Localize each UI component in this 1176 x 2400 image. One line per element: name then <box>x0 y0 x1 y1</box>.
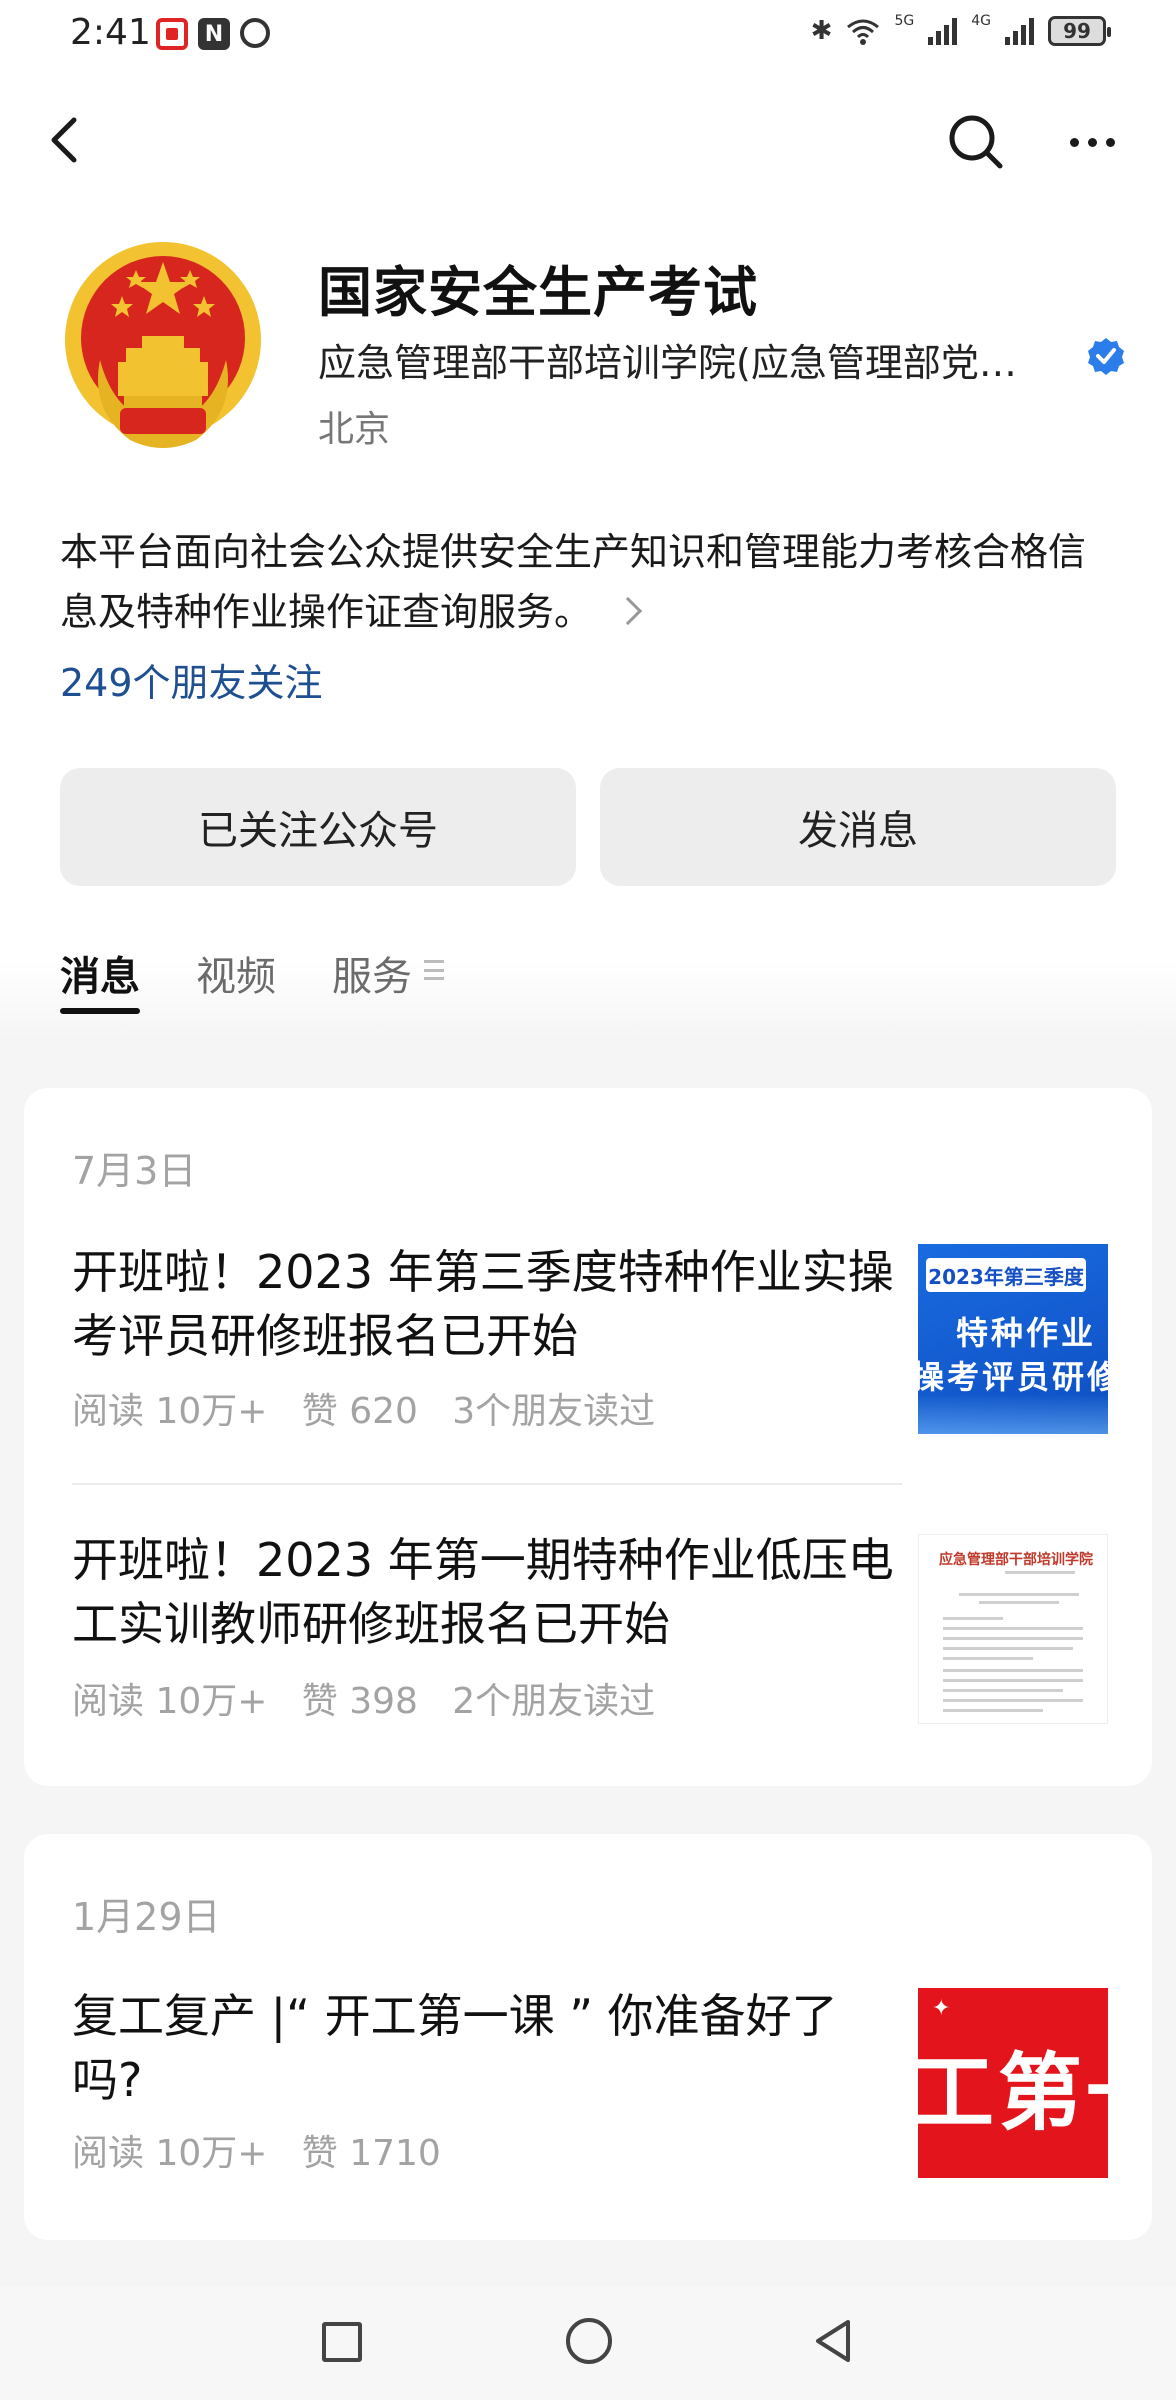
signal-5g-icon <box>928 17 958 45</box>
followed-button[interactable]: 已关注公众号 <box>60 768 576 886</box>
notification-icons: N <box>156 18 270 50</box>
doc-line <box>959 1593 1079 1596</box>
recent-apps-icon[interactable] <box>322 2322 362 2362</box>
wifi-icon <box>847 19 880 45</box>
tab-messages[interactable]: 消息 <box>60 944 140 1014</box>
battery-icon: 99 <box>1048 16 1111 46</box>
article-stats: 阅读 10万+ 赞 1710 <box>72 2133 441 2174</box>
signal-4g-icon <box>1005 17 1034 45</box>
group-date: 7月3日 <box>72 1149 197 1193</box>
alarm-icon <box>240 18 270 48</box>
article-thumbnail[interactable]: 应急管理部干部培训学院 <box>918 1534 1108 1724</box>
article-stats: 阅读 10万+ 赞 620 3个朋友读过 <box>72 1391 656 1432</box>
doc-line <box>943 1699 1083 1702</box>
sparkle-icon: ✦ <box>932 1996 951 2021</box>
thumbnail-text: 工第一 <box>918 2043 1108 2142</box>
group-date: 1月29日 <box>72 1895 221 1939</box>
tab-videos[interactable]: 视频 <box>196 944 276 1014</box>
doc-line <box>943 1627 1083 1630</box>
home-icon[interactable] <box>566 2318 612 2364</box>
article-divider <box>72 1483 902 1485</box>
doc-line <box>943 1647 1073 1650</box>
message-group-card: 7月3日 开班啦！2023 年第三季度特种作业实操考评员研修班报名已开始 阅读 … <box>24 1088 1152 1786</box>
doc-line <box>943 1709 1043 1712</box>
tab-services[interactable]: 服务 <box>332 944 444 1014</box>
article-thumbnail[interactable]: 2023年第三季度 特种作业 操考评员研修 <box>918 1244 1108 1434</box>
status-bar: 2:41 N ✱ 5G 4G 99 <box>0 0 1176 72</box>
doc-line <box>943 1637 1083 1640</box>
network-4g-label: 4G <box>971 13 991 29</box>
account-org[interactable]: 应急管理部干部培训学院(应急管理部党… <box>318 332 1078 387</box>
content-tabs: 消息 视频 服务 <box>60 944 444 1014</box>
menu-icon <box>424 960 444 980</box>
back-icon[interactable] <box>36 110 96 170</box>
doc-line <box>943 1679 1083 1682</box>
thumbnail-line-1: 特种作业 <box>956 1314 1097 1352</box>
doc-line <box>943 1657 1033 1660</box>
account-org-label: 应急管理部干部培训学院(应急管理部党… <box>318 341 1017 385</box>
article-title[interactable]: 复工复产 |“ 开工第一课 ” 你准备好了吗? <box>72 1984 902 2112</box>
thumbnail-wave-decoration <box>918 1394 1108 1434</box>
system-navigation-bar <box>0 2286 1176 2400</box>
doc-line <box>943 1669 1083 1672</box>
article-thumbnail[interactable]: ✦ 工第一 <box>918 1988 1108 2178</box>
article-title[interactable]: 开班啦！2023 年第三季度特种作业实操考评员研修班报名已开始 <box>72 1240 902 1368</box>
thumbnail-line-2: 操考评员研修 <box>918 1358 1108 1396</box>
message-group-card: 1月29日 复工复产 |“ 开工第一课 ” 你准备好了吗? 阅读 10万+ 赞 … <box>24 1834 1152 2240</box>
national-emblem-avatar[interactable] <box>60 240 266 456</box>
bluetooth-icon: ✱ <box>810 16 833 46</box>
article-title[interactable]: 开班啦！2023 年第一期特种作业低压电工实训教师研修班报名已开始 <box>72 1528 902 1656</box>
tab-services-label: 服务 <box>332 954 412 1000</box>
friends-following-link[interactable]: 249个朋友关注 <box>60 652 323 707</box>
top-nav-bar <box>0 96 1176 192</box>
doc-line <box>943 1689 1063 1692</box>
status-indicators: ✱ 5G 4G 99 <box>810 13 1111 46</box>
send-message-button[interactable]: 发消息 <box>600 768 1116 886</box>
thumbnail-caption: 2023年第三季度 <box>926 1258 1086 1292</box>
article-stats: 阅读 10万+ 赞 398 2个朋友读过 <box>72 1681 656 1722</box>
nfc-icon: N <box>198 18 230 50</box>
status-time: 2:41 <box>70 12 151 53</box>
doc-line <box>979 1601 1059 1604</box>
system-back-icon[interactable] <box>808 2316 858 2366</box>
account-name: 国家安全生产考试 <box>318 261 758 324</box>
doc-line <box>943 1617 1003 1620</box>
doc-line <box>1005 1571 1075 1574</box>
thumbnail-doc-header: 应急管理部干部培训学院 <box>939 1552 1093 1568</box>
app-notification-icon <box>156 18 188 50</box>
more-options-icon[interactable] <box>1060 110 1124 174</box>
account-location: 北京 <box>318 409 391 450</box>
account-description[interactable]: 本平台面向社会公众提供安全生产知识和管理能力考核合格信息及特种作业操作证查询服务… <box>60 522 1120 642</box>
account-description-text: 本平台面向社会公众提供安全生产知识和管理能力考核合格信息及特种作业操作证查询服务… <box>60 530 1087 634</box>
chevron-right-icon <box>613 596 643 626</box>
network-5g-label: 5G <box>894 13 915 29</box>
search-icon[interactable] <box>944 110 1008 174</box>
verified-badge-icon <box>1088 338 1124 375</box>
